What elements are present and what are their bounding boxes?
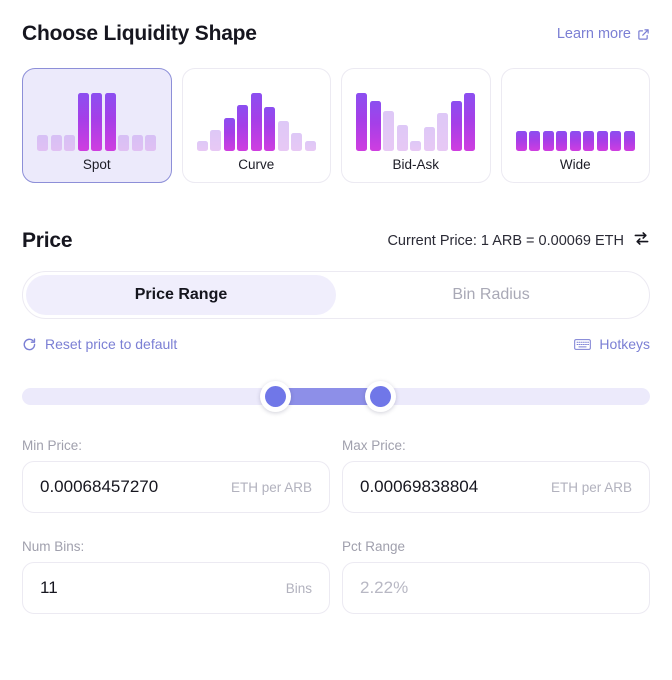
shape-bar xyxy=(610,131,621,151)
shape-card-label: Curve xyxy=(238,158,274,172)
shape-bar xyxy=(410,141,421,151)
shape-card-label: Spot xyxy=(83,158,111,172)
shape-card-spot[interactable]: Spot xyxy=(22,68,172,183)
slider-handle-max[interactable] xyxy=(365,381,396,412)
tab-price-range[interactable]: Price Range xyxy=(26,275,336,315)
num-bins-suffix: Bins xyxy=(286,581,312,596)
pct-range-value: 2.22% xyxy=(360,578,408,598)
shape-bar xyxy=(237,105,248,151)
max-price-value: 0.00069838804 xyxy=(360,477,478,497)
shape-bar xyxy=(583,131,594,151)
min-price-value: 0.00068457270 xyxy=(40,477,158,497)
refresh-icon xyxy=(22,337,37,352)
shape-bar xyxy=(383,111,394,151)
shape-bar xyxy=(516,131,527,151)
learn-more-label: Learn more xyxy=(557,26,631,42)
tab-bin-radius[interactable]: Bin Radius xyxy=(336,275,646,315)
learn-more-link[interactable]: Learn more xyxy=(557,26,650,42)
price-range-slider[interactable] xyxy=(22,380,650,412)
shape-bar xyxy=(105,93,116,151)
shape-chart-curve xyxy=(183,69,331,158)
slider-handle-min[interactable] xyxy=(260,381,291,412)
shape-card-curve[interactable]: Curve xyxy=(182,68,332,183)
reset-price-button[interactable]: Reset price to default xyxy=(22,336,177,352)
shape-bar xyxy=(291,133,302,151)
shape-bar xyxy=(278,121,289,151)
shape-bar xyxy=(132,135,143,151)
current-price-group: Current Price: 1 ARB = 0.00069 ETH xyxy=(387,230,650,252)
shape-bar xyxy=(37,135,48,151)
shape-bar xyxy=(224,118,235,151)
max-price-label: Max Price: xyxy=(342,438,650,453)
shape-card-bid-ask[interactable]: Bid-Ask xyxy=(341,68,491,183)
num-bins-input[interactable]: 11 Bins xyxy=(22,562,330,614)
shape-bar xyxy=(145,135,156,151)
shape-bar xyxy=(251,93,262,151)
page-title: Choose Liquidity Shape xyxy=(22,22,257,46)
price-title: Price xyxy=(22,229,72,253)
shape-bar xyxy=(556,131,567,151)
liquidity-shape-panel: Choose Liquidity Shape Learn more Spot C… xyxy=(0,0,672,680)
shape-bar xyxy=(51,135,62,151)
shape-bar xyxy=(197,141,208,151)
max-price-field: Max Price: 0.00069838804 ETH per ARB xyxy=(342,438,650,513)
shape-bar xyxy=(597,131,608,151)
price-utility-row: Reset price to default Hotkeys xyxy=(22,336,650,352)
shape-bar xyxy=(424,127,435,151)
price-field-row: Min Price: 0.00068457270 ETH per ARB Max… xyxy=(22,438,650,513)
min-price-field: Min Price: 0.00068457270 ETH per ARB xyxy=(22,438,330,513)
shape-bar xyxy=(210,130,221,151)
keyboard-icon xyxy=(574,338,591,351)
num-bins-field: Num Bins: 11 Bins xyxy=(22,539,330,614)
min-price-suffix: ETH per ARB xyxy=(231,480,312,495)
current-price-text: Current Price: 1 ARB = 0.00069 ETH xyxy=(387,233,624,249)
num-bins-value: 11 xyxy=(40,578,58,598)
shape-chart-wide xyxy=(502,69,650,158)
shape-bar xyxy=(451,101,462,151)
shape-card-label: Bid-Ask xyxy=(392,158,439,172)
shape-bar xyxy=(264,107,275,151)
price-mode-tabs: Price Range Bin Radius xyxy=(22,271,650,319)
shape-card-wide[interactable]: Wide xyxy=(501,68,651,183)
shape-bar xyxy=(543,131,554,151)
swap-arrows-icon[interactable] xyxy=(633,230,650,252)
max-price-input[interactable]: 0.00069838804 ETH per ARB xyxy=(342,461,650,513)
pct-range-input[interactable]: 2.22% xyxy=(342,562,650,614)
bins-field-row: Num Bins: 11 Bins Pct Range 2.22% xyxy=(22,539,650,614)
shape-bar xyxy=(91,93,102,151)
shape-bar xyxy=(464,93,475,151)
pct-range-label: Pct Range xyxy=(342,539,650,554)
shape-card-list: Spot Curve Bid-Ask Wide xyxy=(22,68,650,183)
shape-bar xyxy=(624,131,635,151)
shape-bar xyxy=(397,125,408,151)
shape-bar xyxy=(64,135,75,151)
shape-bar xyxy=(370,101,381,151)
shape-bar xyxy=(78,93,89,151)
shape-bar xyxy=(437,113,448,151)
shape-chart-spot xyxy=(23,69,171,158)
min-price-label: Min Price: xyxy=(22,438,330,453)
hotkeys-button[interactable]: Hotkeys xyxy=(574,336,650,352)
shape-bar xyxy=(529,131,540,151)
shape-bar xyxy=(118,135,129,151)
shape-bar xyxy=(570,131,581,151)
hotkeys-label: Hotkeys xyxy=(599,336,650,352)
shape-section-header: Choose Liquidity Shape Learn more xyxy=(22,0,650,46)
min-price-input[interactable]: 0.00068457270 ETH per ARB xyxy=(22,461,330,513)
max-price-suffix: ETH per ARB xyxy=(551,480,632,495)
price-section-header: Price Current Price: 1 ARB = 0.00069 ETH xyxy=(22,229,650,253)
shape-bar xyxy=(356,93,367,151)
shape-card-label: Wide xyxy=(560,158,591,172)
reset-price-label: Reset price to default xyxy=(45,336,177,352)
shape-chart-bid-ask xyxy=(342,69,490,158)
external-link-icon xyxy=(637,28,650,41)
num-bins-label: Num Bins: xyxy=(22,539,330,554)
pct-range-field: Pct Range 2.22% xyxy=(342,539,650,614)
shape-bar xyxy=(305,141,316,151)
